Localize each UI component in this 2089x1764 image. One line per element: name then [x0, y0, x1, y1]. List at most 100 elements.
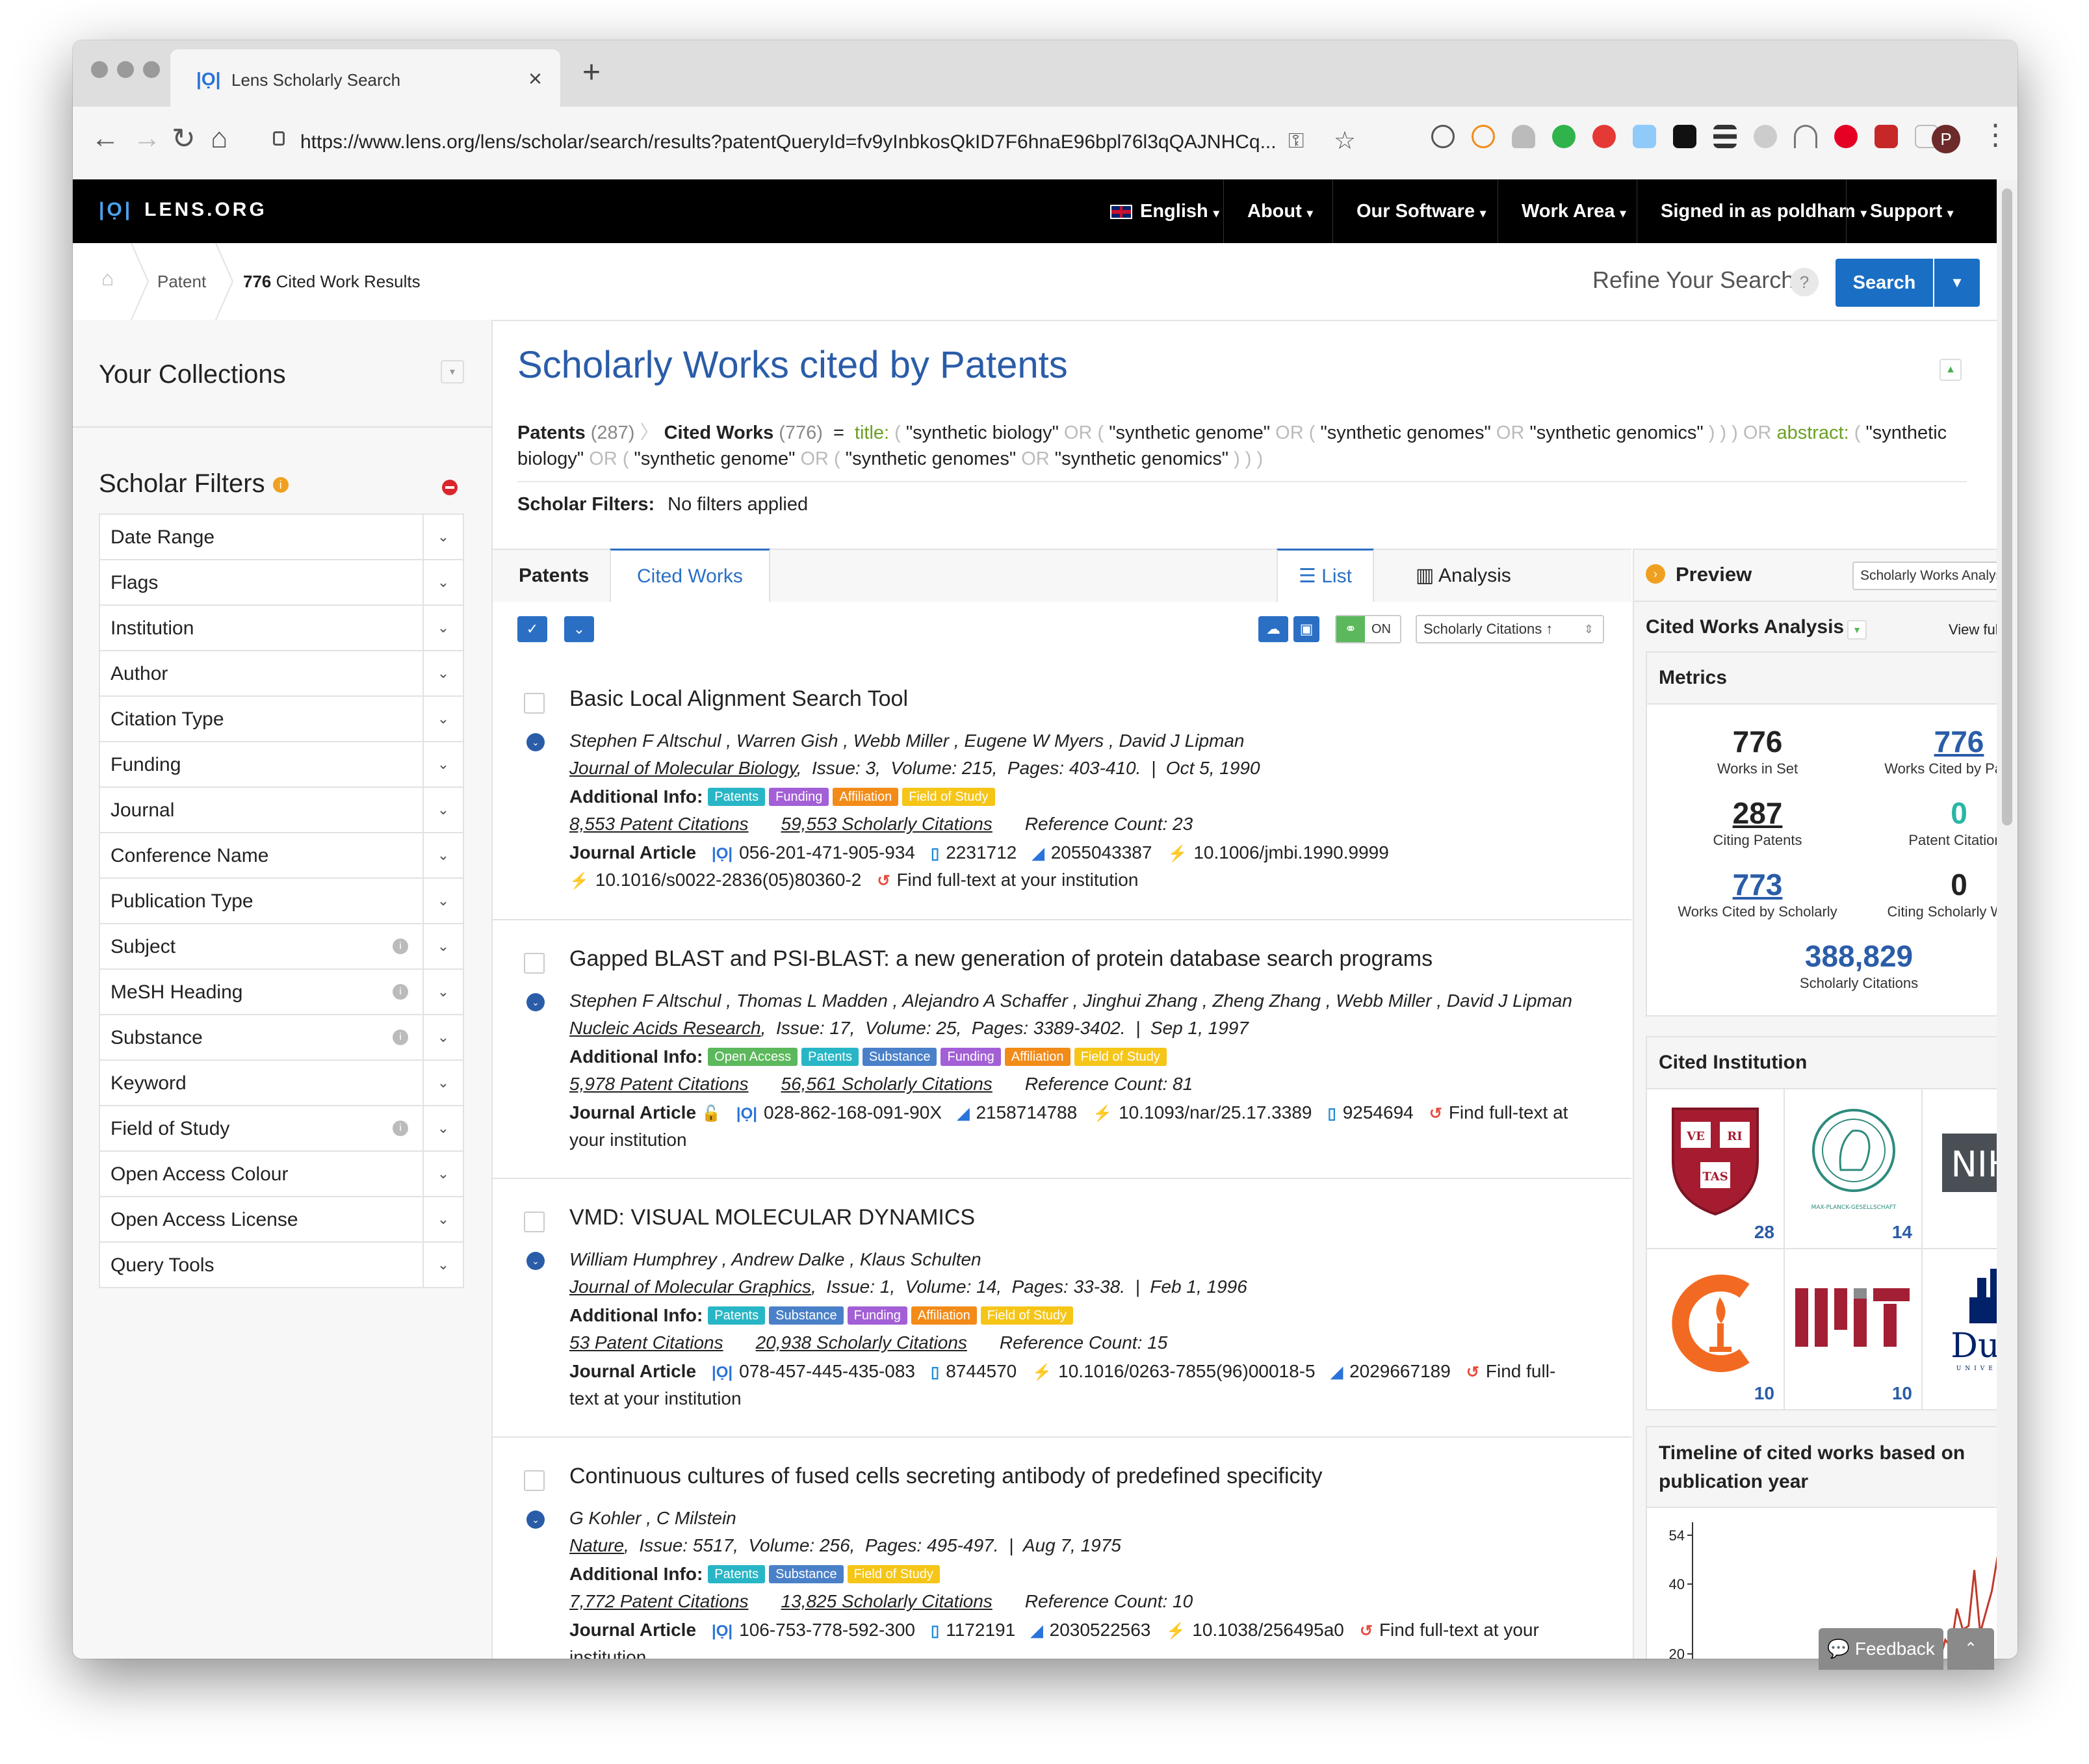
chevron-down-icon[interactable]: ⌄	[526, 733, 545, 751]
filter-field-of-study[interactable]: Field of Study i ⌄	[99, 1105, 464, 1152]
identifier-value[interactable]: 10.1038/256495a0	[1192, 1620, 1344, 1640]
filter-publication-type[interactable]: Publication Type ⌄	[99, 877, 464, 924]
help-icon[interactable]: ?	[1790, 268, 1819, 296]
filter-query-tools[interactable]: Query Tools ⌄	[99, 1241, 464, 1288]
chevron-down-icon[interactable]: ⌄	[422, 515, 463, 559]
result-title[interactable]: VMD: VISUAL MOLECULAR DYNAMICS	[569, 1205, 975, 1230]
lens-logo[interactable]: |Ọ| LENS.ORG	[99, 199, 267, 221]
nav-about[interactable]: About ▾	[1223, 179, 1336, 243]
scholarly-citations-link[interactable]: 20,938 Scholarly Citations	[756, 1332, 967, 1353]
extension-cloud-icon[interactable]	[1512, 125, 1535, 148]
identifier-value[interactable]: 9254694	[1343, 1102, 1414, 1122]
badge-oa[interactable]: Open Access	[708, 1048, 798, 1066]
institution-mit[interactable]: 10	[1785, 1249, 1923, 1409]
chevron-down-icon[interactable]: ⌄	[422, 1061, 463, 1105]
identifier-value[interactable]: 1172191	[946, 1620, 1015, 1640]
extension-orange-icon[interactable]	[1472, 125, 1495, 148]
chevron-right-icon[interactable]: ›	[1646, 564, 1665, 584]
nav-language[interactable]: English ▾	[1087, 179, 1243, 243]
journal-link[interactable]: Nucleic Acids Research	[569, 1018, 761, 1038]
badge-affil[interactable]: Affiliation	[1004, 1048, 1070, 1066]
scrollbar-thumb[interactable]	[2002, 188, 2012, 825]
tab-close-icon[interactable]: ×	[528, 65, 542, 92]
patent-citations-link[interactable]: 5,978 Patent Citations	[569, 1074, 749, 1094]
identifier-value[interactable]: text at your institution	[569, 1388, 742, 1408]
page-scrollbar[interactable]	[1997, 179, 2018, 1659]
result-checkbox[interactable]	[524, 1470, 545, 1491]
chevron-down-icon[interactable]: ⌄	[422, 1106, 463, 1150]
identifier-value[interactable]: your institution	[569, 1130, 687, 1150]
tab-analysis[interactable]: ▥ Analysis	[1390, 550, 1537, 602]
back-arrow-icon[interactable]: ←	[91, 122, 120, 155]
window-zoom-dot[interactable]	[143, 61, 160, 78]
save-icon[interactable]: ▣	[1293, 616, 1319, 642]
filter-citation-type[interactable]: Citation Type ⌄	[99, 695, 464, 742]
extension-arch-icon[interactable]	[1794, 125, 1817, 148]
window-close-dot[interactable]	[91, 61, 108, 78]
institution-duke[interactable]: Duke UNIVERSITY 9	[1923, 1249, 1997, 1409]
breadcrumb-patent[interactable]: Patent	[157, 272, 206, 292]
preview-select[interactable]: Scholarly Works Analysis⇕	[1852, 562, 1997, 590]
cloud-download-icon[interactable]: ☁	[1258, 616, 1288, 642]
identifier-value[interactable]: 106-753-778-592-300	[739, 1620, 915, 1640]
identifier-value[interactable]: 056-201-471-905-934	[739, 842, 915, 863]
extension-pinterest-icon[interactable]	[1834, 125, 1858, 148]
institution-nih[interactable]: NIH 12	[1923, 1089, 1997, 1249]
filter-open-access-colour[interactable]: Open Access Colour ⌄	[99, 1150, 464, 1197]
badge-patents[interactable]: Patents	[801, 1048, 859, 1066]
filter-date-range[interactable]: Date Range ⌄	[99, 513, 464, 560]
chevron-down-icon[interactable]: ⌄	[422, 924, 463, 968]
link-toggle[interactable]: ⚭ ON	[1335, 615, 1401, 643]
browser-menu-icon[interactable]: ⋮	[1981, 118, 2010, 151]
collections-toggle-icon[interactable]: ▾	[441, 360, 464, 383]
metric-item[interactable]: 773 Works Cited by Scholarly	[1660, 867, 1855, 920]
result-checkbox[interactable]	[524, 953, 545, 974]
journal-link[interactable]: Journal of Molecular Biology	[569, 758, 797, 778]
extension-layers-icon[interactable]	[1713, 125, 1737, 148]
nav-support[interactable]: Support ▾	[1846, 179, 1977, 243]
result-title[interactable]: Gapped BLAST and PSI-BLAST: a new genera…	[569, 946, 1433, 972]
feedback-button[interactable]: 💬 Feedback	[1819, 1628, 1943, 1670]
result-checkbox[interactable]	[524, 693, 545, 714]
filter-funding[interactable]: Funding ⌄	[99, 741, 464, 788]
institution-max-planck[interactable]: MAX-PLANCK-GESELLSCHAFT 14	[1785, 1089, 1923, 1249]
filter-substance[interactable]: Substance i ⌄	[99, 1014, 464, 1061]
badge-field[interactable]: Field of Study	[847, 1565, 940, 1583]
result-title[interactable]: Continuous cultures of fused cells secre…	[569, 1464, 1323, 1489]
extension-info-icon[interactable]	[1431, 125, 1455, 148]
badge-field[interactable]: Field of Study	[902, 788, 995, 806]
patent-citations-link[interactable]: 8,553 Patent Citations	[569, 814, 749, 834]
new-tab-icon[interactable]: +	[582, 55, 601, 90]
metric-item[interactable]: 287 Citing Patents	[1660, 796, 1855, 849]
browser-tab[interactable]: |Ọ| Lens Scholarly Search ×	[170, 49, 560, 107]
identifier-value[interactable]: 8744570	[946, 1361, 1017, 1381]
badge-funding[interactable]: Funding	[847, 1306, 907, 1325]
scholarly-citations-link[interactable]: 13,825 Scholarly Citations	[781, 1591, 993, 1611]
view-full-analysis-link[interactable]: View full Analysis	[1949, 621, 1997, 638]
badge-patents[interactable]: Patents	[708, 788, 766, 806]
patent-citations-link[interactable]: 7,772 Patent Citations	[569, 1591, 749, 1611]
find-fulltext-link[interactable]: Find full-	[1486, 1361, 1555, 1381]
badge-substance[interactable]: Substance	[769, 1306, 844, 1325]
chevron-down-icon[interactable]: ⌄	[422, 1243, 463, 1287]
search-dropdown-icon[interactable]: ▼	[1934, 259, 1980, 307]
collapse-up-icon[interactable]: ▲	[1940, 359, 1962, 381]
badge-patents[interactable]: Patents	[708, 1306, 766, 1325]
identifier-value[interactable]: 2055043387	[1051, 842, 1152, 863]
identifier-value[interactable]: 2029667189	[1349, 1361, 1451, 1381]
identifier-value[interactable]: 10.1016/0263-7855(96)00018-5	[1058, 1361, 1315, 1381]
metric-item[interactable]: 776Works Cited by Patents	[1862, 724, 1997, 777]
nav-software[interactable]: Our Software ▾	[1332, 179, 1509, 243]
tab-patents[interactable]: Patents	[493, 550, 615, 602]
tab-cited-works[interactable]: Cited Works	[610, 549, 770, 604]
chevron-down-icon[interactable]: ⌄	[422, 879, 463, 923]
filter-conference-name[interactable]: Conference Name ⌄	[99, 832, 464, 879]
result-checkbox[interactable]	[524, 1212, 545, 1232]
info-icon[interactable]: i	[393, 1121, 408, 1136]
home-icon[interactable]: ⌂	[211, 122, 228, 155]
identifier-value[interactable]: 078-457-445-435-083	[739, 1361, 915, 1381]
nav-work-area[interactable]: Work Area ▾	[1498, 179, 1650, 243]
identifier-value[interactable]: 028-862-168-091-90X	[764, 1102, 942, 1122]
extension-grey-icon[interactable]	[1754, 125, 1777, 148]
chevron-down-icon[interactable]: ⌄	[422, 1152, 463, 1196]
